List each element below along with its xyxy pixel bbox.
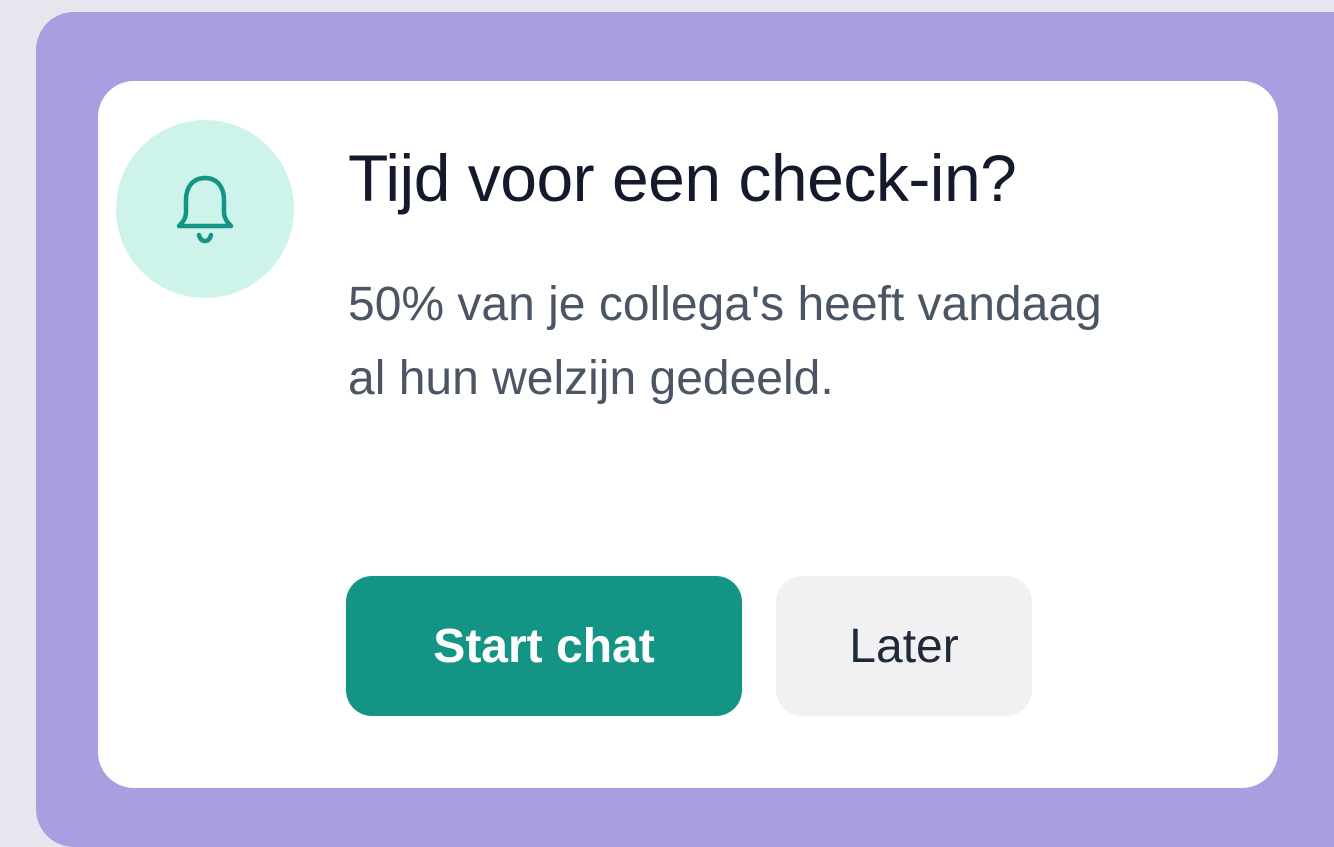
later-button[interactable]: Later: [776, 576, 1032, 716]
start-chat-button[interactable]: Start chat: [346, 576, 742, 716]
notification-message: 50% van je collega's heeft vandaag al hu…: [348, 278, 1102, 405]
bell-icon-badge: [116, 120, 294, 298]
notification-title: Tijd voor een check-in?: [348, 141, 1017, 215]
bell-icon: [176, 175, 234, 244]
